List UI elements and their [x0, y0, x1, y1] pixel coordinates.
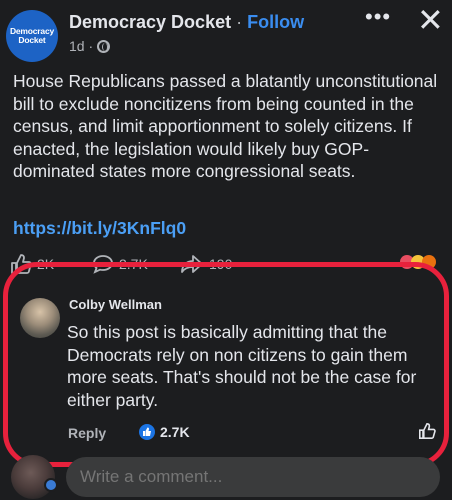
name-separator: ·	[236, 12, 243, 32]
more-horizontal-icon[interactable]: •••	[365, 4, 391, 30]
follow-button[interactable]: Follow	[247, 12, 304, 32]
comment-input[interactable]	[66, 457, 440, 497]
avatar-status-badge	[44, 478, 58, 492]
commenter-avatar[interactable]	[20, 298, 60, 338]
post-meta: 1d ·	[69, 38, 111, 54]
page-name[interactable]: Democracy Docket	[69, 12, 231, 32]
logo-line-2: Docket	[18, 35, 46, 45]
globe-icon	[97, 39, 111, 53]
comment-text: So this post is basically admitting that…	[67, 322, 417, 410]
reply-button[interactable]: Reply	[68, 425, 106, 441]
current-user-avatar[interactable]	[11, 455, 55, 499]
page-avatar[interactable]: Democracy Docket	[6, 10, 58, 62]
thumbs-up-icon	[419, 422, 436, 439]
comment-like-count[interactable]: 2.7K	[139, 424, 190, 440]
post-text: House Republicans passed a blatantly unc…	[13, 71, 438, 181]
page-name-line: Democracy Docket · Follow	[69, 12, 304, 33]
post-header: Democracy Docket Democracy Docket · Foll…	[0, 0, 452, 62]
post-age[interactable]: 1d ·	[69, 38, 93, 54]
close-icon[interactable]: ✕	[417, 2, 444, 38]
comment-like-button[interactable]	[418, 422, 436, 444]
comment-like-value: 2.7K	[160, 424, 190, 440]
like-badge-icon	[139, 424, 155, 440]
post-link[interactable]: https://bit.ly/3KnFlq0	[13, 218, 186, 239]
commenter-name[interactable]: Colby Wellman	[69, 297, 162, 312]
